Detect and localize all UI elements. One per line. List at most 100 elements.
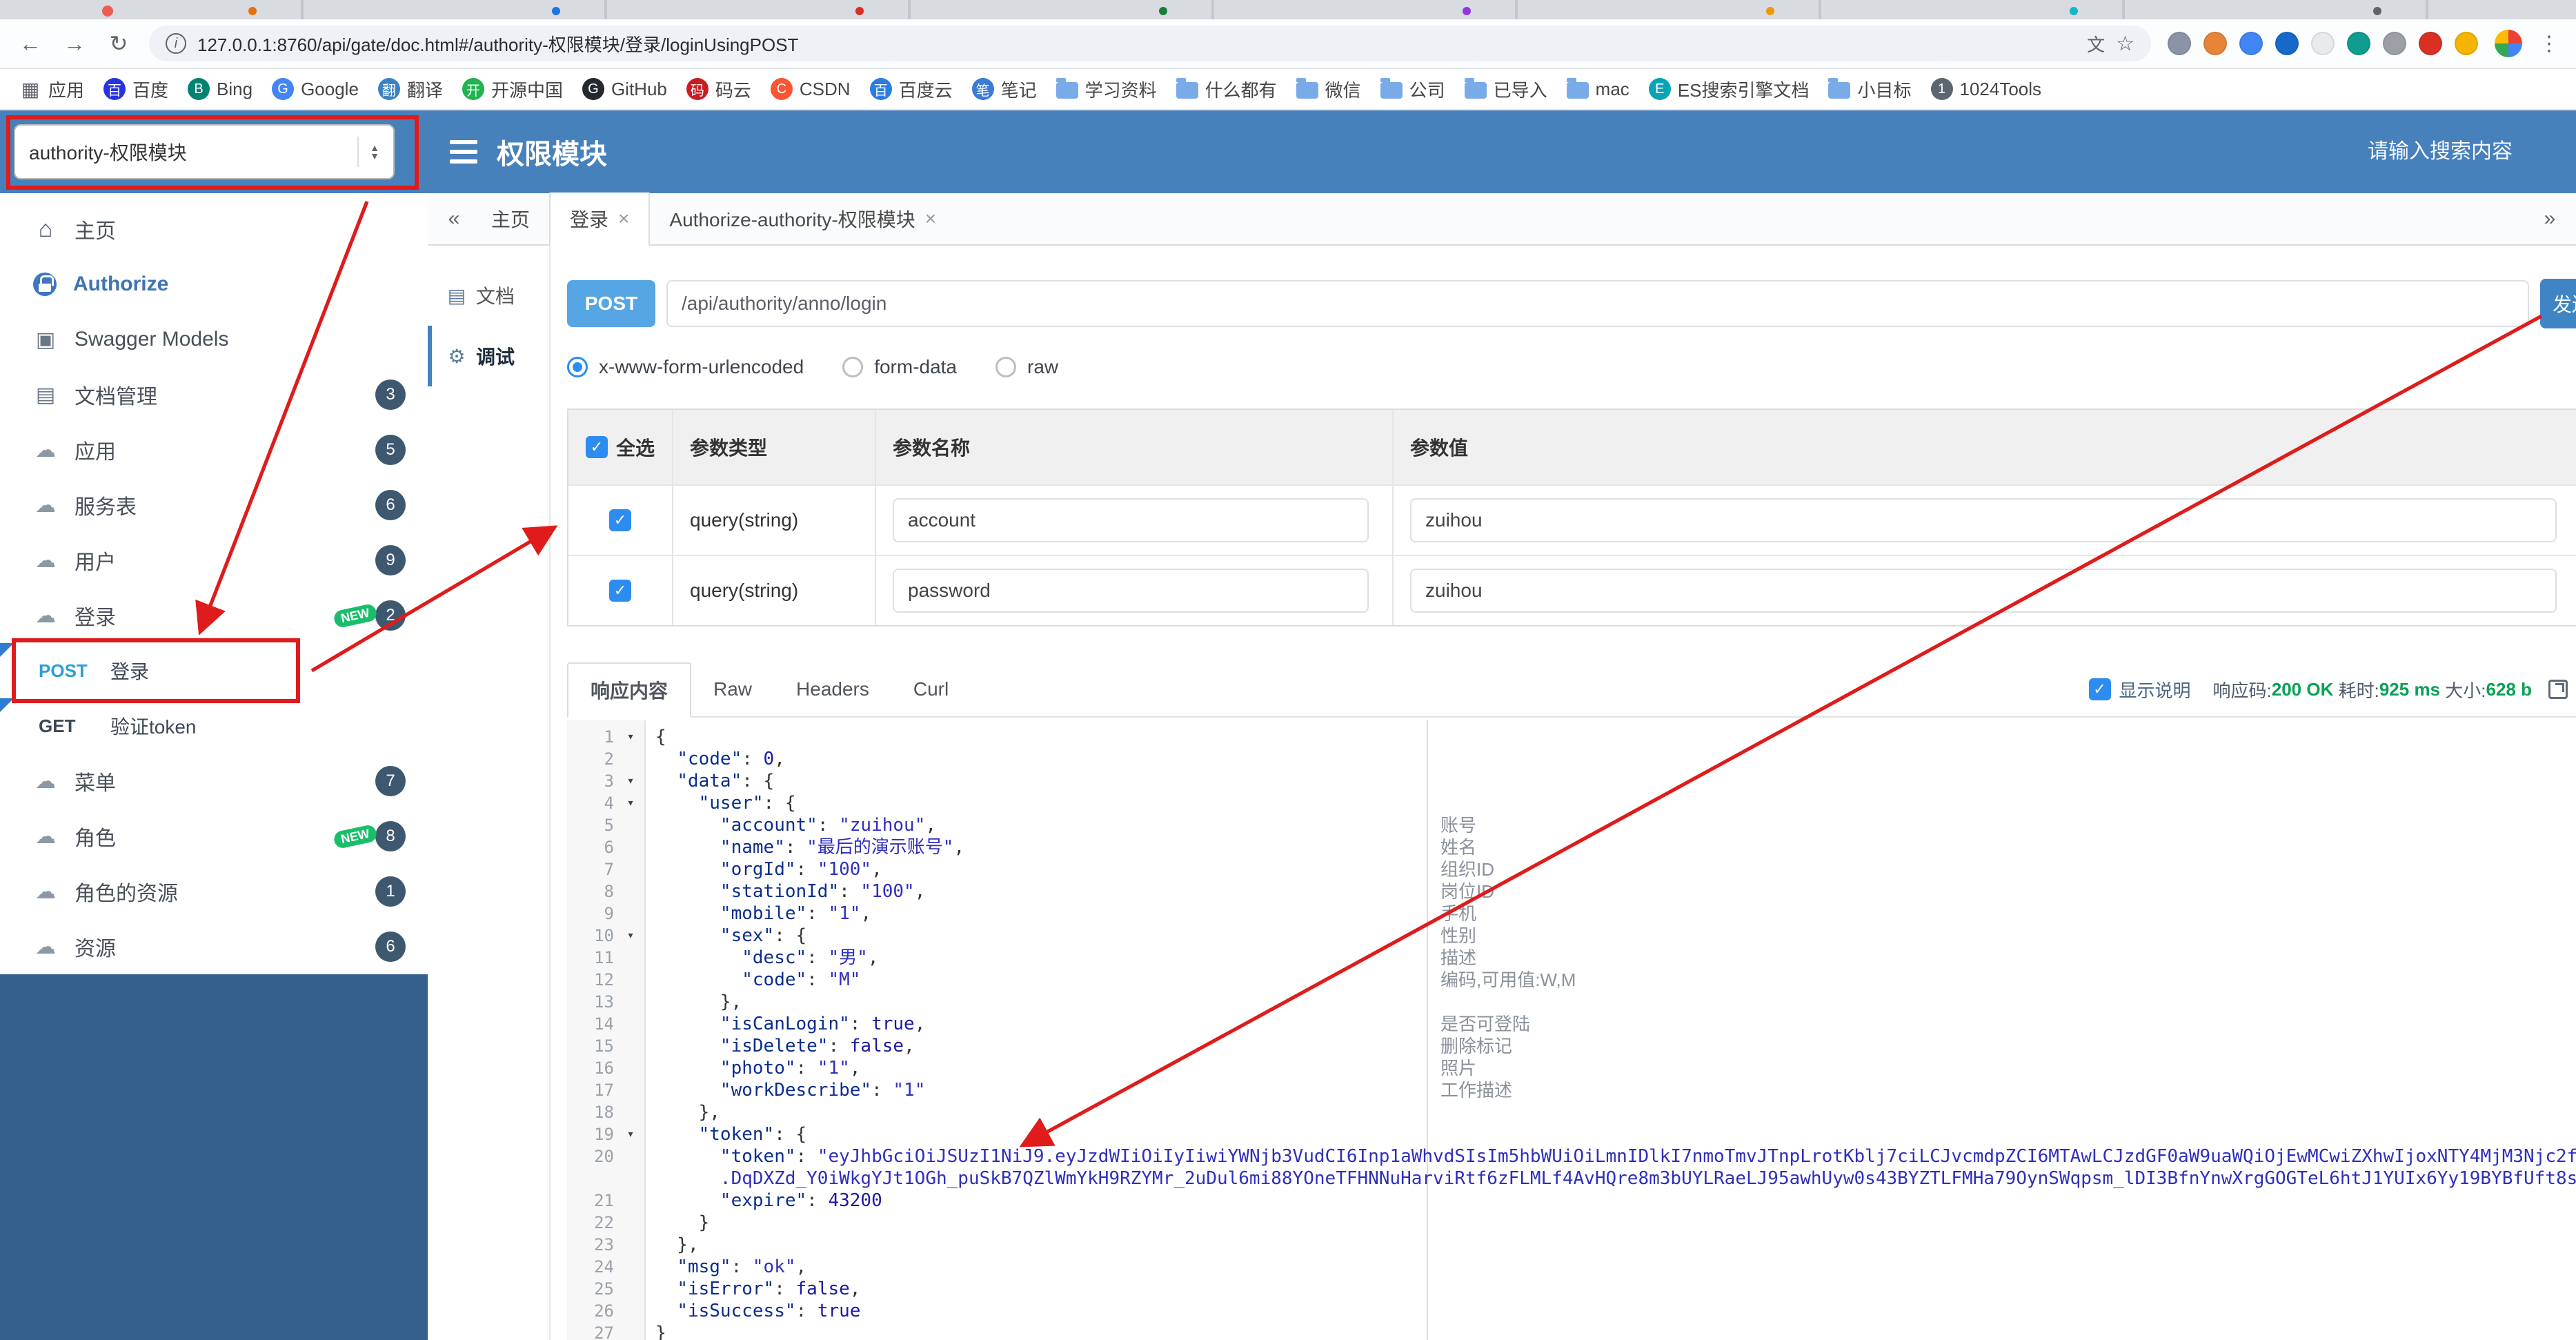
- response-tab[interactable]: Headers: [774, 662, 891, 716]
- param-value-input[interactable]: [1410, 569, 2557, 613]
- sidebar-item[interactable]: 文档管理 3: [0, 367, 428, 422]
- bookmark-item[interactable]: B Bing: [188, 78, 252, 100]
- profile-avatar[interactable]: [2495, 30, 2522, 57]
- content-type-option[interactable]: form-data: [842, 356, 957, 378]
- fold-arrow-icon[interactable]: ▾: [620, 925, 642, 947]
- content-type-option[interactable]: x-www-form-urlencoded: [567, 356, 804, 378]
- tabs-collapse-left-icon[interactable]: «: [436, 207, 472, 230]
- sidebar-item[interactable]: Swagger Models: [0, 312, 428, 367]
- forward-icon[interactable]: →: [61, 31, 88, 57]
- bookmark-item[interactable]: 微 微信: [1296, 77, 1361, 102]
- tabs-collapse-right-icon[interactable]: »: [2532, 207, 2568, 230]
- service-select[interactable]: authority-权限模块 ▲ ▼: [14, 124, 395, 179]
- row-checkbox[interactable]: [609, 580, 631, 602]
- row-checkbox[interactable]: [609, 509, 631, 531]
- extension-icon[interactable]: [2239, 32, 2263, 55]
- show-desc-checkbox[interactable]: [2088, 678, 2111, 700]
- doc-tab[interactable]: 主页: [472, 193, 549, 245]
- fold-arrow-icon[interactable]: ▾: [620, 792, 642, 814]
- bookmark-item[interactable]: G GitHub: [582, 78, 667, 100]
- bookmark-item[interactable]: 百 百度: [103, 77, 168, 102]
- response-tab[interactable]: Curl: [891, 662, 971, 716]
- select-all-label: 全选: [615, 437, 655, 459]
- fullscreen-icon[interactable]: [2548, 680, 2568, 699]
- fold-arrow-icon[interactable]: ▾: [620, 726, 642, 748]
- bookmark-item[interactable]: 百 百度云: [869, 77, 953, 102]
- fold-arrow-icon[interactable]: ▾: [620, 1123, 642, 1145]
- reload-icon[interactable]: ↻: [105, 30, 132, 57]
- bookmark-item[interactable]: 应 应用: [19, 77, 84, 102]
- back-icon[interactable]: ←: [17, 31, 44, 57]
- param-name-input[interactable]: [893, 569, 1369, 613]
- doc-nav-item[interactable]: 调试: [428, 326, 549, 386]
- browser-menu-icon[interactable]: ⋮: [2539, 32, 2559, 56]
- sidebar-item[interactable]: 用户 9: [0, 533, 428, 588]
- bookmark-item[interactable]: 翻 翻译: [377, 77, 443, 102]
- sidebar-item[interactable]: 登录 NEW 2: [0, 588, 428, 643]
- param-value-input[interactable]: [1410, 498, 2557, 542]
- send-button[interactable]: 发送: [2540, 279, 2576, 328]
- bookmark-item[interactable]: 开 开源中国: [462, 77, 563, 102]
- bookmark-item[interactable]: 什 什么都有: [1176, 77, 1277, 102]
- sidebar-item[interactable]: 应用 5: [0, 422, 428, 477]
- bookmark-item[interactable]: G Google: [272, 78, 359, 100]
- sidebar-item-badges: 5: [375, 435, 414, 465]
- response-tab[interactable]: 响应内容: [567, 662, 692, 718]
- response-tab[interactable]: Raw: [691, 662, 774, 716]
- line-number: 2: [604, 749, 614, 769]
- extension-icon[interactable]: [2383, 32, 2406, 55]
- browser-toolbar: ← → ↻ i 127.0.0.1:8760/api/gate/doc.html…: [0, 19, 2576, 69]
- doc-tab[interactable]: 登录 ×: [549, 193, 651, 246]
- bookmark-item[interactable]: 码 码云: [686, 77, 751, 102]
- bookmark-item[interactable]: 学 学习资料: [1056, 77, 1157, 102]
- menu-toggle-icon[interactable]: [450, 140, 477, 164]
- address-bar[interactable]: i 127.0.0.1:8760/api/gate/doc.html#/auth…: [149, 26, 2151, 61]
- sidebar-api-item[interactable]: POST 登录: [0, 643, 428, 698]
- extension-icon[interactable]: [2311, 32, 2335, 55]
- tab-close-icon[interactable]: ×: [618, 208, 629, 230]
- site-info-icon[interactable]: i: [166, 33, 186, 54]
- bookmark-item[interactable]: 1 1024Tools: [1930, 78, 2041, 100]
- translate-icon[interactable]: 文: [2087, 31, 2105, 57]
- doc-tab[interactable]: Authorize-authority-权限模块 ×: [650, 193, 955, 245]
- fold-arrow-icon: [620, 1256, 642, 1278]
- bookmark-item[interactable]: E ES搜索引擎文档: [1648, 77, 1810, 102]
- extension-icon[interactable]: [2347, 32, 2370, 55]
- doc-nav-item[interactable]: 文档: [428, 265, 549, 326]
- response-code-editor[interactable]: 1 ▾{2 "code": 0, 3 ▾ "data": {4 ▾ "user": {5…: [567, 720, 2576, 1340]
- line-number: 12: [594, 970, 614, 989]
- bookmark-item[interactable]: 已 已导入: [1464, 77, 1547, 102]
- bookmark-item[interactable]: m mac: [1566, 78, 1629, 100]
- bookmark-item[interactable]: 公 公司: [1380, 77, 1445, 102]
- line-number: 11: [594, 948, 614, 967]
- extension-icon[interactable]: [2203, 32, 2227, 55]
- sidebar-item[interactable]: 主页: [0, 201, 428, 257]
- fold-arrow-icon[interactable]: ▾: [620, 770, 642, 792]
- extension-icon[interactable]: [2168, 32, 2191, 55]
- sidebar-item[interactable]: 角色 NEW 8: [0, 809, 428, 864]
- bookmark-item[interactable]: C CSDN: [770, 78, 851, 100]
- content-type-option[interactable]: raw: [995, 356, 1058, 378]
- extension-icon[interactable]: [2419, 32, 2442, 55]
- param-name-input[interactable]: [893, 498, 1369, 542]
- bookmark-favicon: 微: [1296, 78, 1318, 99]
- sidebar-item[interactable]: 服务表 6: [0, 477, 428, 533]
- extension-icon[interactable]: [2275, 32, 2299, 55]
- sidebar-item[interactable]: 菜单 7: [0, 753, 428, 809]
- extension-icon[interactable]: [2455, 32, 2478, 55]
- window-close-button[interactable]: [102, 6, 113, 17]
- bookmark-item[interactable]: 小 小目标: [1828, 77, 1912, 102]
- bookmark-favicon: E: [1648, 78, 1671, 100]
- search-input[interactable]: [2212, 139, 2515, 165]
- bookmark-star-icon[interactable]: ☆: [2116, 32, 2134, 56]
- sidebar-item-icon: [33, 437, 58, 462]
- sidebar-api-item[interactable]: GET 验证token: [0, 698, 428, 753]
- sidebar-item[interactable]: 角色的资源 1: [0, 864, 428, 919]
- bookmark-item[interactable]: 笔 笔记: [971, 77, 1037, 102]
- api-path-input[interactable]: [666, 280, 2529, 327]
- sidebar-item[interactable]: Authorize: [0, 257, 428, 312]
- tab-close-icon[interactable]: ×: [925, 208, 936, 230]
- select-all-checkbox[interactable]: [585, 436, 608, 458]
- bookmark-label: ES搜索引擎文档: [1677, 79, 1810, 101]
- sidebar-item[interactable]: 资源 6: [0, 919, 428, 974]
